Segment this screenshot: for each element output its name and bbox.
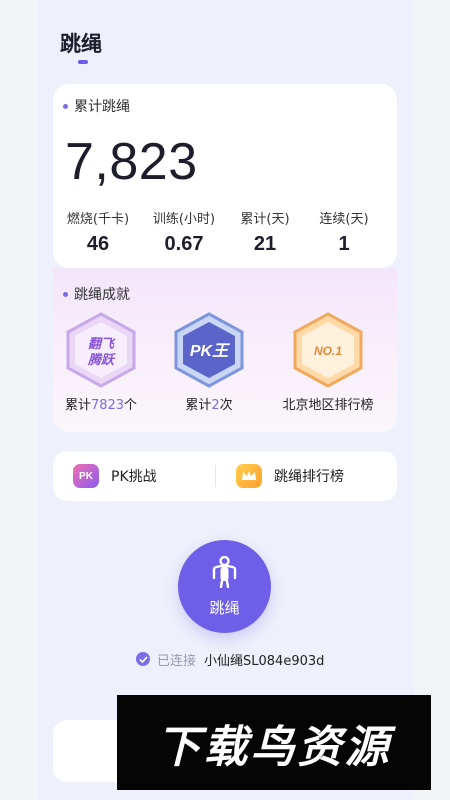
stat-value: 46	[86, 233, 110, 255]
ranking-button[interactable]: 跳绳排行榜	[236, 451, 344, 501]
stat-label: 累计(天)	[240, 212, 290, 227]
pk-challenge-label: PK挑战	[111, 469, 157, 485]
badge-caption: 累计7823个	[64, 398, 138, 413]
bullet-icon	[63, 291, 68, 297]
stat-hours: 训练(小时) 0.67	[139, 208, 229, 256]
summary-card: 累计跳绳 7,823 燃烧(千卡) 46 训练(小时) 0.67 累计(天) 2…	[53, 84, 397, 268]
badge-text: 翻飞	[88, 336, 116, 352]
stat-value: 21	[253, 233, 277, 255]
start-jump-button[interactable]: 跳绳	[178, 540, 271, 633]
badge-text: PK王	[190, 343, 230, 360]
actions-bar: PK PK挑战 跳绳排行榜	[53, 451, 397, 501]
stat-value: 0.67	[164, 233, 204, 255]
badge-text: 腾跃	[87, 352, 116, 368]
stat-value: 1	[338, 233, 350, 255]
summary-label-text: 累计跳绳	[74, 99, 130, 115]
divider	[215, 465, 216, 487]
ranking-label: 跳绳排行榜	[274, 469, 344, 485]
pk-badge-icon: PK王	[174, 312, 244, 388]
stat-label: 训练(小时)	[152, 212, 216, 227]
badge-pk-king[interactable]: PK王 累计2次	[154, 312, 264, 413]
badge-caption: 北京地区排行榜	[282, 398, 374, 413]
stat-label: 连续(天)	[319, 212, 369, 227]
badge-caption: 累计2次	[185, 398, 233, 413]
achievements-label: 跳绳成就	[63, 284, 130, 304]
achievements-label-text: 跳绳成就	[74, 287, 130, 303]
stats-row: 燃烧(千卡) 46 训练(小时) 0.67 累计(天) 21 连续(天) 1	[53, 208, 397, 264]
watermark-banner: 下载鸟资源	[117, 695, 431, 790]
stat-label: 燃烧(千卡)	[66, 212, 130, 227]
badge-beijing-ranking[interactable]: NO.1 北京地区排行榜	[273, 312, 383, 413]
connection-status-text: 已连接	[157, 653, 197, 669]
total-count: 7,823	[65, 133, 198, 191]
stat-streak-days: 连续(天) 1	[299, 208, 389, 256]
hexagon-badge-icon: 翻飞 腾跃	[66, 312, 136, 388]
badge-total-jumps[interactable]: 翻飞 腾跃 累计7823个	[46, 312, 156, 413]
stat-calories: 燃烧(千卡) 46	[53, 208, 143, 256]
page-title[interactable]: 跳绳	[60, 28, 102, 58]
crown-icon	[236, 464, 262, 488]
jump-rope-person-icon	[212, 556, 237, 588]
connection-status: 已连接 小仙绳SL084e903d	[136, 649, 324, 669]
device-name: 小仙绳SL084e903d	[204, 653, 325, 669]
watermark-text: 下载鸟资源	[156, 721, 392, 773]
badge-text: NO.1	[314, 344, 342, 358]
tab-indicator	[78, 60, 88, 64]
bullet-icon	[63, 103, 68, 109]
pk-challenge-button[interactable]: PK PK挑战	[73, 451, 157, 501]
start-jump-label: 跳绳	[209, 599, 240, 617]
check-icon	[136, 652, 150, 666]
achievements-section: 跳绳成就 翻飞 腾跃 累计7823个 PK王 累计2次 NO.1 北京地区排行榜	[53, 268, 397, 432]
pk-icon: PK	[73, 464, 99, 488]
no1-badge-icon: NO.1	[293, 312, 363, 388]
summary-label: 累计跳绳	[63, 96, 130, 116]
stat-total-days: 累计(天) 21	[220, 208, 310, 256]
